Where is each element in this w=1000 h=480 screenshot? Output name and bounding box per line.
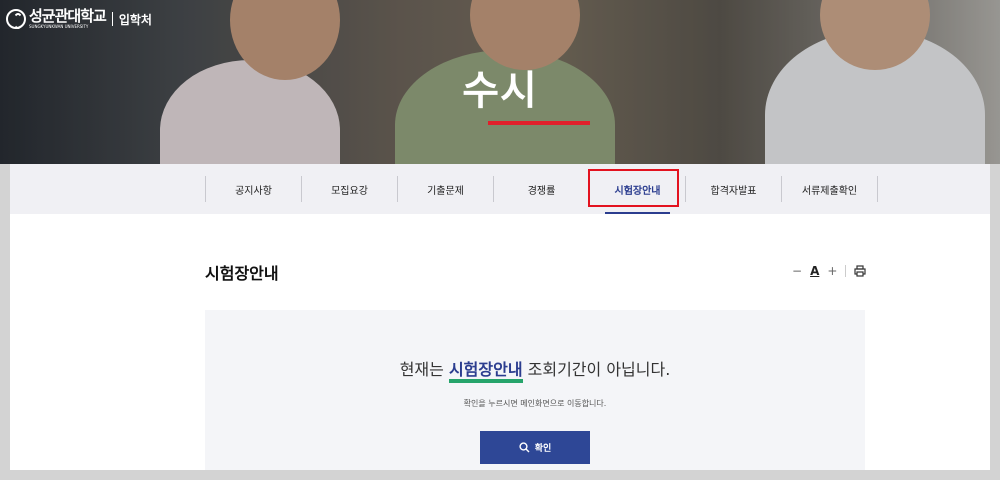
hero-banner: 성균관대학교 SUNGKYUNKWAN UNIVERSITY 입학처 수시 xyxy=(0,0,1000,164)
page-tools: − A + xyxy=(792,264,867,278)
printer-icon[interactable] xyxy=(854,265,867,277)
page-title: 시험장안내 xyxy=(205,264,279,283)
logo-department: 입학처 xyxy=(118,12,152,27)
notice-subtext: 확인을 누르시면 메인화면으로 이동합니다. xyxy=(463,399,607,408)
notice-message: 현재는 시험장안내 조회기간이 아닙니다. xyxy=(205,356,865,383)
font-size-icon[interactable]: A xyxy=(810,264,819,278)
site-logo[interactable]: 성균관대학교 SUNGKYUNKWAN UNIVERSITY 입학처 xyxy=(6,9,152,29)
main-content: 시험장안내 − A + 현재는 시험장안내 조회기간이 아닙니다. 확인을 누르… xyxy=(10,214,990,470)
tool-divider xyxy=(845,265,847,277)
confirm-button-label: 확인 xyxy=(534,444,552,454)
sub-navigation: 공지사항 모집요강 기출문제 경쟁률 시험장안내 합격자발표 서류제출확인 xyxy=(10,164,990,215)
university-emblem-icon xyxy=(6,9,26,29)
logo-english-name: SUNGKYUNKWAN UNIVERSITY xyxy=(29,24,89,29)
tab-competition-rate[interactable]: 경쟁률 xyxy=(493,176,589,202)
active-tab-highlight xyxy=(588,169,679,207)
notice-highlight: 시험장안내 xyxy=(448,360,523,383)
font-increase-button[interactable]: + xyxy=(827,264,837,278)
tab-admission-guide[interactable]: 모집요강 xyxy=(301,176,397,202)
hero-title-underline xyxy=(488,121,590,125)
hero-title: 수시 xyxy=(462,68,538,114)
notice-prefix: 현재는 xyxy=(399,360,449,379)
font-decrease-button[interactable]: − xyxy=(792,264,802,278)
logo-divider xyxy=(111,12,113,26)
logo-name: 성균관대학교 xyxy=(29,7,107,25)
search-icon xyxy=(519,442,530,453)
notice-suffix: 조회기간이 아닙니다. xyxy=(522,360,671,379)
notice-panel: 현재는 시험장안내 조회기간이 아닙니다. 확인을 누르시면 메인화면으로 이동… xyxy=(205,310,865,470)
tab-past-exams[interactable]: 기출문제 xyxy=(397,176,493,202)
tab-results[interactable]: 합격자발표 xyxy=(685,176,781,202)
tab-notice[interactable]: 공지사항 xyxy=(205,176,301,202)
confirm-button[interactable]: 확인 xyxy=(480,431,590,464)
tab-document-check[interactable]: 서류제출확인 xyxy=(781,176,878,202)
